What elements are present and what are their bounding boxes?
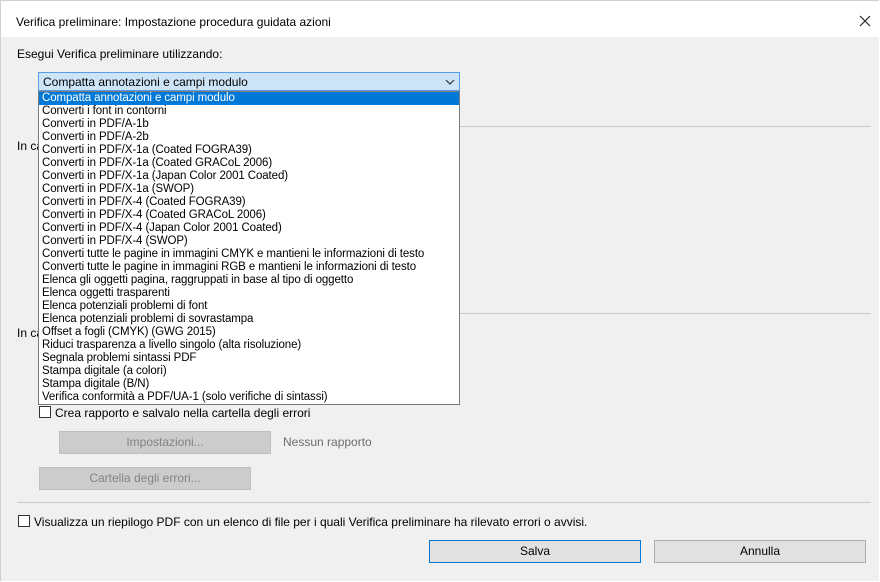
window-title: Verifica preliminare: Impostazione proce… xyxy=(16,15,331,29)
dropdown-option[interactable]: Converti in PDF/X-1a (Coated FOGRA39) xyxy=(39,144,459,157)
dropdown-option[interactable]: Converti in PDF/X-1a (SWOP) xyxy=(39,183,459,196)
dropdown-option[interactable]: Elenca potenziali problemi di sovrastamp… xyxy=(39,313,459,326)
dropdown-option[interactable]: Compatta annotazioni e campi modulo xyxy=(39,92,459,105)
dropdown-option[interactable]: Elenca oggetti trasparenti xyxy=(39,287,459,300)
save-button[interactable]: Salva xyxy=(429,540,641,563)
dropdown-option[interactable]: Converti tutte le pagine in immagini RGB… xyxy=(39,261,459,274)
selected-profile: Compatta annotazioni e campi modulo xyxy=(43,75,248,89)
dropdown-option[interactable]: Converti in PDF/X-1a (Coated GRACoL 2006… xyxy=(39,157,459,170)
dropdown-option[interactable]: Converti in PDF/A-2b xyxy=(39,131,459,144)
summary-label: Visualizza un riepilogo PDF con un elenc… xyxy=(34,515,588,529)
errors-folder-button[interactable]: Cartella degli errori... xyxy=(39,467,251,490)
create-report-label: Crea rapporto e salvalo nella cartella d… xyxy=(55,406,311,420)
dropdown-option[interactable]: Converti in PDF/X-4 (Japan Color 2001 Co… xyxy=(39,222,459,235)
dropdown-option[interactable]: Elenca gli oggetti pagina, raggruppati i… xyxy=(39,274,459,287)
create-report-checkbox[interactable] xyxy=(39,406,51,418)
dropdown-option[interactable]: Verifica conformità a PDF/UA-1 (solo ver… xyxy=(39,391,459,404)
dropdown-option[interactable]: Segnala problemi sintassi PDF xyxy=(39,352,459,365)
summary-checkbox[interactable] xyxy=(18,515,30,527)
dropdown-option[interactable]: Converti i font in contorni xyxy=(39,105,459,118)
dropdown-option[interactable]: Converti in PDF/X-4 (SWOP) xyxy=(39,235,459,248)
settings-button[interactable]: Impostazioni... xyxy=(59,431,271,454)
preflight-profile-select[interactable]: Compatta annotazioni e campi modulo xyxy=(38,72,460,91)
dropdown-option[interactable]: Converti in PDF/X-1a (Japan Color 2001 C… xyxy=(39,170,459,183)
no-report-text: Nessun rapporto xyxy=(283,435,372,449)
dropdown-option[interactable]: Elenca potenziali problemi di font xyxy=(39,300,459,313)
dropdown-option[interactable]: Converti in PDF/X-4 (Coated FOGRA39) xyxy=(39,196,459,209)
title-bar: Verifica preliminare: Impostazione proce… xyxy=(1,1,879,37)
dropdown-option[interactable]: Converti in PDF/A-1b xyxy=(39,118,459,131)
dropdown-option[interactable]: Offset a fogli (CMYK) (GWG 2015) xyxy=(39,326,459,339)
profile-dropdown-list[interactable]: Compatta annotazioni e campi modulo Conve… xyxy=(38,91,460,405)
chevron-down-icon[interactable] xyxy=(445,76,455,90)
preflight-action-wizard-dialog: Verifica preliminare: Impostazione proce… xyxy=(0,0,879,581)
dropdown-option[interactable]: Converti in PDF/X-4 (Coated GRACoL 2006) xyxy=(39,209,459,222)
dropdown-option[interactable]: Stampa digitale (B/N) xyxy=(39,378,459,391)
close-icon[interactable] xyxy=(855,11,875,31)
dropdown-option[interactable]: Riduci trasparenza a livello singolo (al… xyxy=(39,339,459,352)
run-using-label: Esegui Verifica preliminare utilizzando: xyxy=(17,47,223,61)
divider xyxy=(17,502,871,503)
dropdown-option[interactable]: Stampa digitale (a colori) xyxy=(39,365,459,378)
cancel-button[interactable]: Annulla xyxy=(654,540,866,563)
dropdown-option[interactable]: Converti tutte le pagine in immagini CMY… xyxy=(39,248,459,261)
